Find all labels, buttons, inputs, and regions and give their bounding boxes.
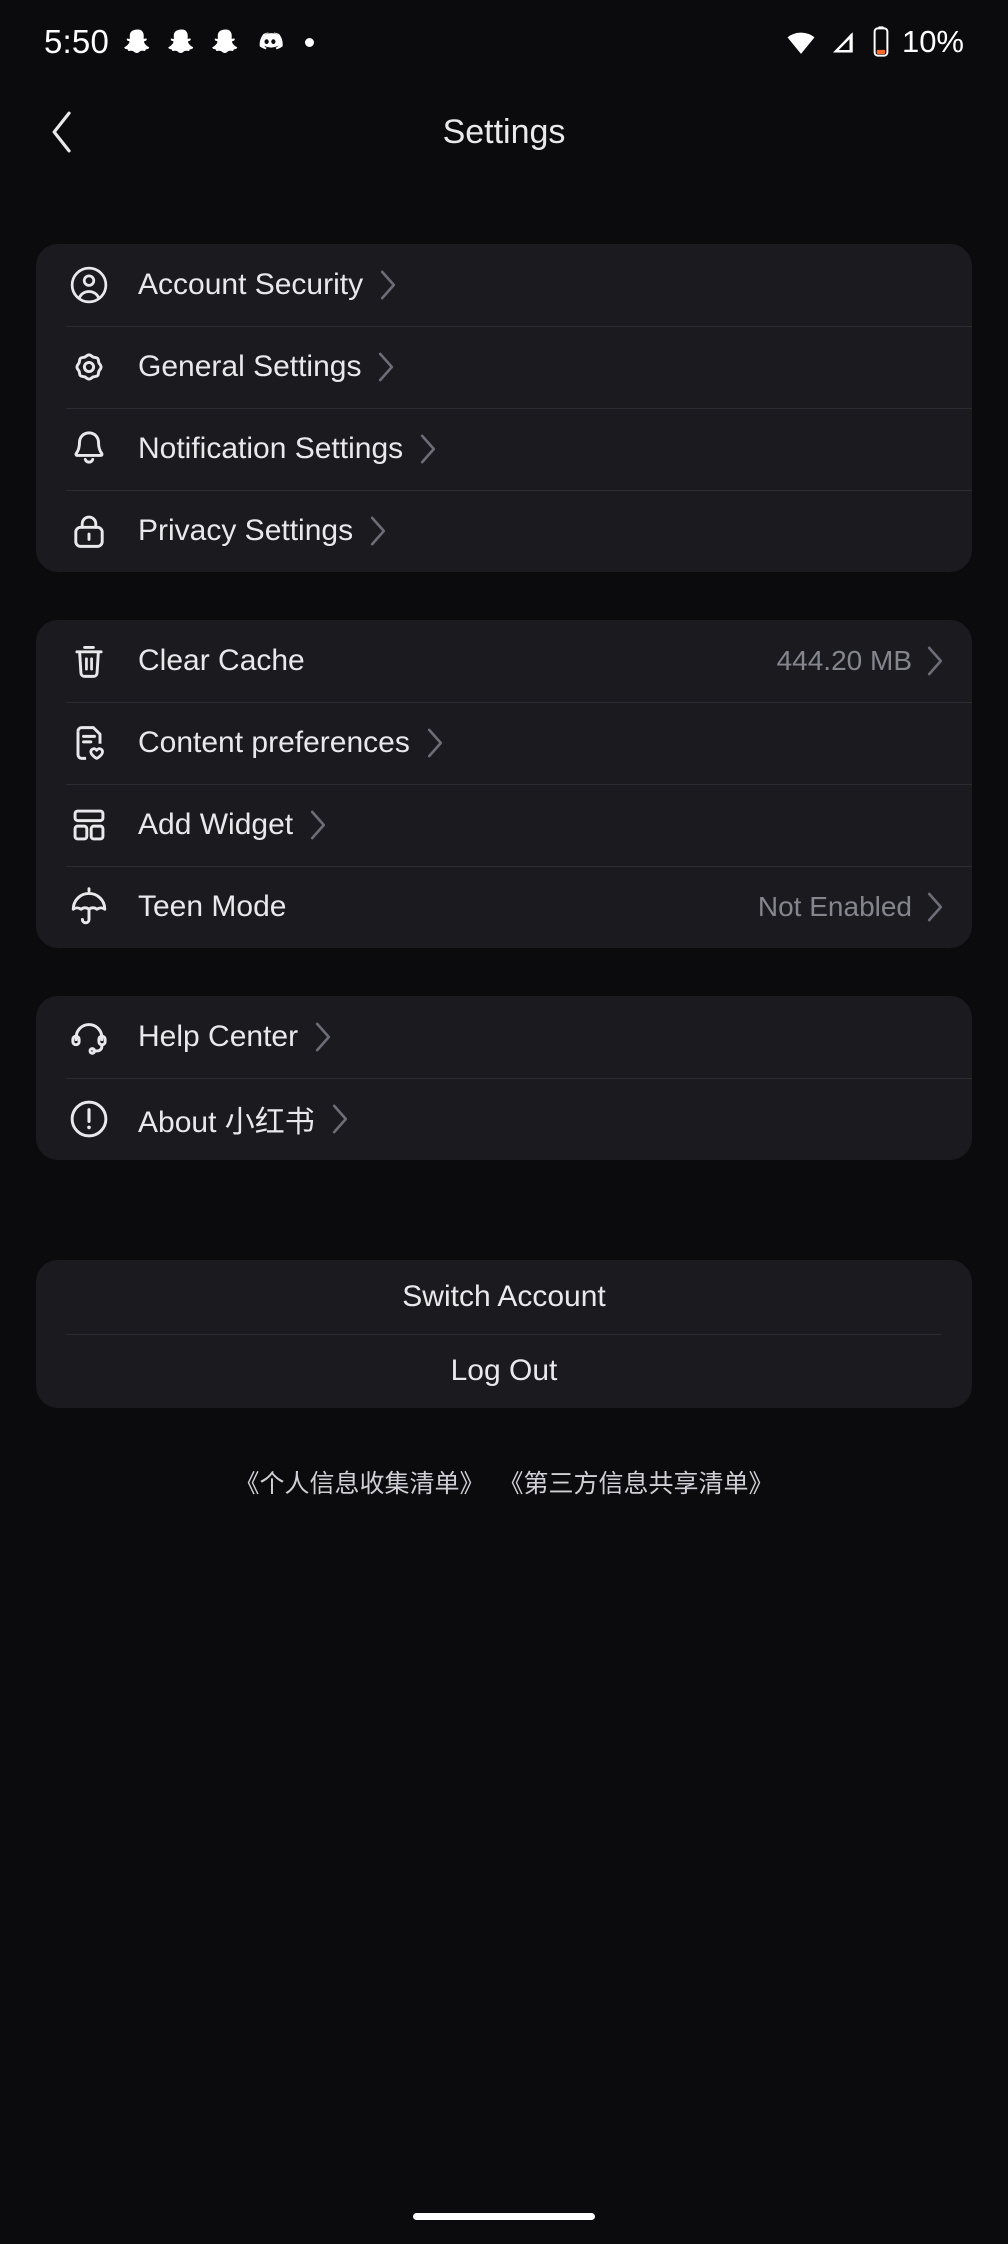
settings-row-add-widget[interactable]: Add Widget — [36, 784, 972, 866]
person-circle-icon — [66, 262, 112, 308]
status-bar: 5:50 10% — [0, 0, 1008, 84]
chevron-right-icon — [331, 1103, 349, 1135]
settings-row-clear-cache[interactable]: Clear Cache 444.20 MB — [36, 620, 972, 702]
chevron-right-icon — [379, 269, 397, 301]
log-out-button[interactable]: Log Out — [36, 1334, 972, 1408]
gesture-bar-area — [0, 2188, 1008, 2244]
preferences-section-card: Clear Cache 444.20 MB Content preference… — [36, 620, 972, 948]
settings-row-label: Help Center — [138, 1020, 299, 1053]
chevron-right-icon — [369, 515, 387, 547]
page-title: Settings — [442, 112, 566, 151]
account-actions-card: Switch Account Log Out — [36, 1260, 972, 1408]
settings-row-privacy-settings[interactable]: Privacy Settings — [36, 490, 972, 572]
settings-row-help-center[interactable]: Help Center — [36, 996, 972, 1078]
snapchat-ghost-icon — [212, 29, 238, 53]
settings-row-content-preferences[interactable]: Content preferences — [36, 702, 972, 784]
chevron-left-icon — [52, 111, 71, 153]
switch-account-button[interactable]: Switch Account — [36, 1260, 972, 1334]
chevron-right-icon — [926, 645, 944, 677]
settings-screen: 5:50 10% Settings Account Security Gener… — [0, 0, 1008, 2244]
widget-grid-icon — [66, 802, 112, 848]
status-bar-left: 5:50 — [44, 23, 315, 61]
battery-icon — [873, 26, 889, 57]
snapchat-ghost-icon — [168, 29, 194, 53]
settings-row-account-security[interactable]: Account Security — [36, 244, 972, 326]
settings-row-notification-settings[interactable]: Notification Settings — [36, 408, 972, 490]
chevron-right-icon — [309, 809, 327, 841]
lock-icon — [66, 508, 112, 554]
back-button[interactable] — [36, 106, 88, 158]
teen-mode-status: Not Enabled — [757, 891, 912, 922]
settings-row-label: Account Security — [138, 268, 364, 301]
headset-icon — [66, 1014, 112, 1060]
chevron-right-icon — [419, 433, 437, 465]
settings-row-label: About 小红书 — [138, 1106, 315, 1139]
snapchat-ghost-icon — [124, 29, 150, 53]
exclamation-circle-icon — [66, 1096, 112, 1142]
status-bar-time: 5:50 — [44, 23, 110, 60]
settings-row-teen-mode[interactable]: Teen Mode Not Enabled — [36, 866, 972, 948]
settings-row-label: Clear Cache — [138, 644, 305, 677]
settings-row-label: Content preferences — [138, 726, 410, 759]
trash-icon — [66, 638, 112, 684]
support-section-card: Help Center About 小红书 — [36, 996, 972, 1160]
personal-info-collection-link[interactable]: 《个人信息收集清单》 — [234, 1470, 484, 1498]
settings-row-label: General Settings — [138, 350, 362, 383]
battery-percentage: 10% — [901, 24, 964, 59]
wifi-icon — [787, 32, 815, 54]
gear-icon — [66, 344, 112, 390]
cache-size-value: 444.20 MB — [776, 645, 912, 676]
settings-row-label: Privacy Settings — [138, 514, 354, 547]
chevron-right-icon — [426, 727, 444, 759]
settings-row-label: Add Widget — [138, 808, 294, 841]
status-bar-right: 10% — [784, 24, 964, 60]
chevron-right-icon — [314, 1021, 332, 1053]
home-gesture-bar[interactable] — [413, 2212, 595, 2220]
chevron-right-icon — [926, 891, 944, 923]
chevron-right-icon — [377, 351, 395, 383]
third-party-sharing-link[interactable]: 《第三方信息共享清单》 — [499, 1470, 774, 1498]
footer-links: 《个人信息收集清单》 《第三方信息共享清单》 — [0, 1464, 1008, 1500]
dot-icon — [305, 37, 315, 47]
account-section-card: Account Security General Settings Notifi… — [36, 244, 972, 572]
bell-icon — [66, 426, 112, 472]
page-header: Settings — [0, 84, 1008, 180]
discord-icon — [259, 32, 283, 50]
settings-row-about[interactable]: About 小红书 — [36, 1078, 972, 1160]
settings-row-general-settings[interactable]: General Settings — [36, 326, 972, 408]
umbrella-icon — [66, 884, 112, 930]
document-heart-icon — [66, 720, 112, 766]
settings-row-label: Notification Settings — [138, 432, 404, 465]
settings-row-label: Teen Mode — [138, 890, 287, 923]
cellular-signal-icon — [832, 32, 853, 53]
